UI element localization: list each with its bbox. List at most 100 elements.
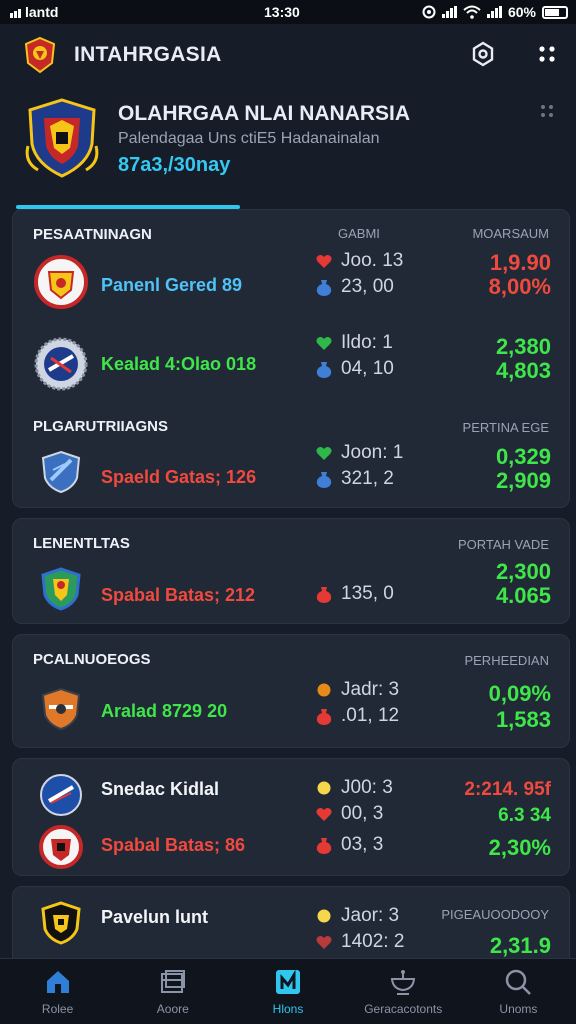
team-name: Spabal Batas; 86 xyxy=(101,835,246,855)
nav-search[interactable]: Unoms xyxy=(461,959,576,1024)
league-subtitle: Palendagaa Uns ctiE5 Hadanainalan xyxy=(118,130,380,147)
app-header: INTAHRGASIA xyxy=(0,24,576,86)
primary-value: 1,9.90 xyxy=(489,250,551,275)
team-name: Snedac Kidlal xyxy=(101,779,220,799)
status-bar: lantd 13:30 60% xyxy=(0,0,576,24)
secondary-value: 4,803 xyxy=(495,358,551,383)
section-title: PESAATNINAGN xyxy=(33,226,152,243)
data-saver-icon xyxy=(422,5,436,19)
calendar-icon xyxy=(158,968,188,996)
battery-percent: 60% xyxy=(507,4,536,20)
team-name: Spabal Batas; 212 xyxy=(101,585,256,605)
primary-value: 2:214. 95f xyxy=(464,779,551,800)
team-crest-icon xyxy=(34,337,88,391)
table-row[interactable]: Kealad 4:Olao 018 Ildo: 1 04, 10 2,380 4… xyxy=(13,332,571,392)
team-crest-icon xyxy=(41,567,81,611)
more-options-icon[interactable] xyxy=(540,104,554,118)
clock: 13:30 xyxy=(264,4,300,20)
stat-value: Jadr: 3 xyxy=(341,679,400,700)
bag-icon xyxy=(315,470,333,488)
table-row[interactable]: Snedac Kidlal J00: 3 00, 3 2:214. 95f 6.… xyxy=(13,765,571,826)
nav-label: Hlons xyxy=(272,1001,304,1016)
nav-trophy[interactable]: Geracacotonts xyxy=(346,959,461,1024)
stat-line: 1402: 2 xyxy=(315,931,404,953)
section-title: PLGARUTRIIAGNS xyxy=(33,418,168,435)
search-icon xyxy=(503,968,533,996)
standings-card-4: Snedac Kidlal J00: 3 00, 3 2:214. 95f 6.… xyxy=(12,758,570,876)
stat-line: 03, 3 xyxy=(315,834,383,856)
primary-value: 2,380 xyxy=(495,334,551,359)
stat-value: Ildo: 1 xyxy=(341,332,393,353)
stat-value: 135, 0 xyxy=(341,583,394,604)
league-crest-icon xyxy=(25,98,99,178)
secondary-value: 2,909 xyxy=(495,468,551,493)
battery-icon xyxy=(542,5,568,19)
table-row[interactable]: Spabal Batas; 86 03, 3 2,30% xyxy=(13,817,571,877)
stat-line: .01, 12 xyxy=(315,705,399,727)
stat-line: Jadr: 3 xyxy=(315,679,399,701)
stat-value: Joo. 13 xyxy=(341,250,404,271)
nav-calendar[interactable]: Aoore xyxy=(115,959,230,1024)
table-row[interactable]: Aralad 8729 20 Jadr: 3 .01, 12 0,09% 1,5… xyxy=(13,679,571,739)
stat-value: Joon: 1 xyxy=(341,442,404,463)
stat-line: Jaor: 3 xyxy=(315,905,399,927)
grid-dots-icon[interactable] xyxy=(531,38,563,70)
nav-stats[interactable]: Hlons xyxy=(230,959,345,1024)
column-header-value: PERHEEDIAN xyxy=(464,653,549,668)
primary-value: 2,30% xyxy=(488,835,551,860)
primary-value: 0,09% xyxy=(488,681,551,706)
primary-value: 2,31.9 xyxy=(489,933,551,958)
table-row[interactable]: Pavelun lunt Jaor: 3 1402: 2 2,31.9 xyxy=(13,893,571,958)
secondary-value: 8,00% xyxy=(488,274,551,299)
stat-line: Joo. 13 xyxy=(315,250,403,272)
secondary-value: 4.065 xyxy=(495,583,551,608)
heart-icon xyxy=(315,252,333,270)
nav-label: Rolee xyxy=(41,1001,74,1016)
stat-line: 23, 00 xyxy=(315,276,394,298)
column-header-value: PORTAH VADE xyxy=(457,537,549,552)
crest-logo-icon xyxy=(24,36,56,74)
league-hero: OLAHRGAA NLAI NANARSIA Palendagaa Uns ct… xyxy=(18,92,558,200)
carrier-label: lantd xyxy=(25,4,59,20)
team-name: Aralad 8729 20 xyxy=(101,701,228,721)
team-crest-icon xyxy=(41,450,81,494)
table-row[interactable]: Spabal Batas; 212 135, 0 2,300 4.065 xyxy=(13,559,571,619)
yellow-dot-icon xyxy=(315,907,333,925)
bag-icon xyxy=(315,360,333,378)
red-bag-icon xyxy=(315,836,333,854)
stat-value: 03, 3 xyxy=(341,834,384,855)
column-header-value: PERTINA EGE xyxy=(462,420,549,435)
stat-value: .01, 12 xyxy=(341,705,400,726)
nav-label: Aoore xyxy=(156,1001,189,1016)
team-crest-icon xyxy=(40,774,82,816)
stat-line: 135, 0 xyxy=(315,583,394,605)
stat-value: 1402: 2 xyxy=(341,931,405,952)
nav-home[interactable]: Rolee xyxy=(0,959,115,1024)
section-title: LENENTLTAS xyxy=(33,535,130,552)
bottom-navigation: Rolee Aoore Hlons Geracacotonts Unoms xyxy=(0,958,576,1024)
green-shield-icon xyxy=(315,334,333,352)
team-name: Pavelun lunt xyxy=(101,907,209,927)
standings-card-3: PCALNUOEOGS PERHEEDIAN Aralad 8729 20 Ja… xyxy=(12,634,570,748)
nav-label: Geracacotonts xyxy=(364,1001,443,1016)
team-crest-icon xyxy=(41,901,81,945)
stat-value: 04, 10 xyxy=(341,358,394,379)
bag-icon xyxy=(315,278,333,296)
red-bag-icon xyxy=(315,585,333,603)
trophy-icon xyxy=(388,968,418,996)
signal-icon xyxy=(10,6,21,18)
primary-value: 2,300 xyxy=(495,559,551,584)
red-bag-icon xyxy=(315,707,333,725)
stat-value: Jaor: 3 xyxy=(341,905,400,926)
stats-icon xyxy=(273,968,303,996)
team-crest-icon xyxy=(41,687,81,731)
table-row[interactable]: Panenl Gered 89 Joo. 13 23, 00 1,9.90 8,… xyxy=(13,250,571,310)
team-name: Kealad 4:Olao 018 xyxy=(101,354,257,374)
standings-card-1: PESAATNINAGN GABMI MOARSAUM Panenl Gered… xyxy=(12,209,570,508)
table-row[interactable]: Spaeld Gatas; 126 Joon: 1 321, 2 0,329 2… xyxy=(13,442,571,502)
settings-gear-icon[interactable] xyxy=(467,38,499,70)
wifi-icon xyxy=(463,5,481,19)
stat-line: J00: 3 xyxy=(315,777,393,799)
yellow-dot-icon xyxy=(315,779,333,797)
nav-label: Unoms xyxy=(499,1001,538,1016)
